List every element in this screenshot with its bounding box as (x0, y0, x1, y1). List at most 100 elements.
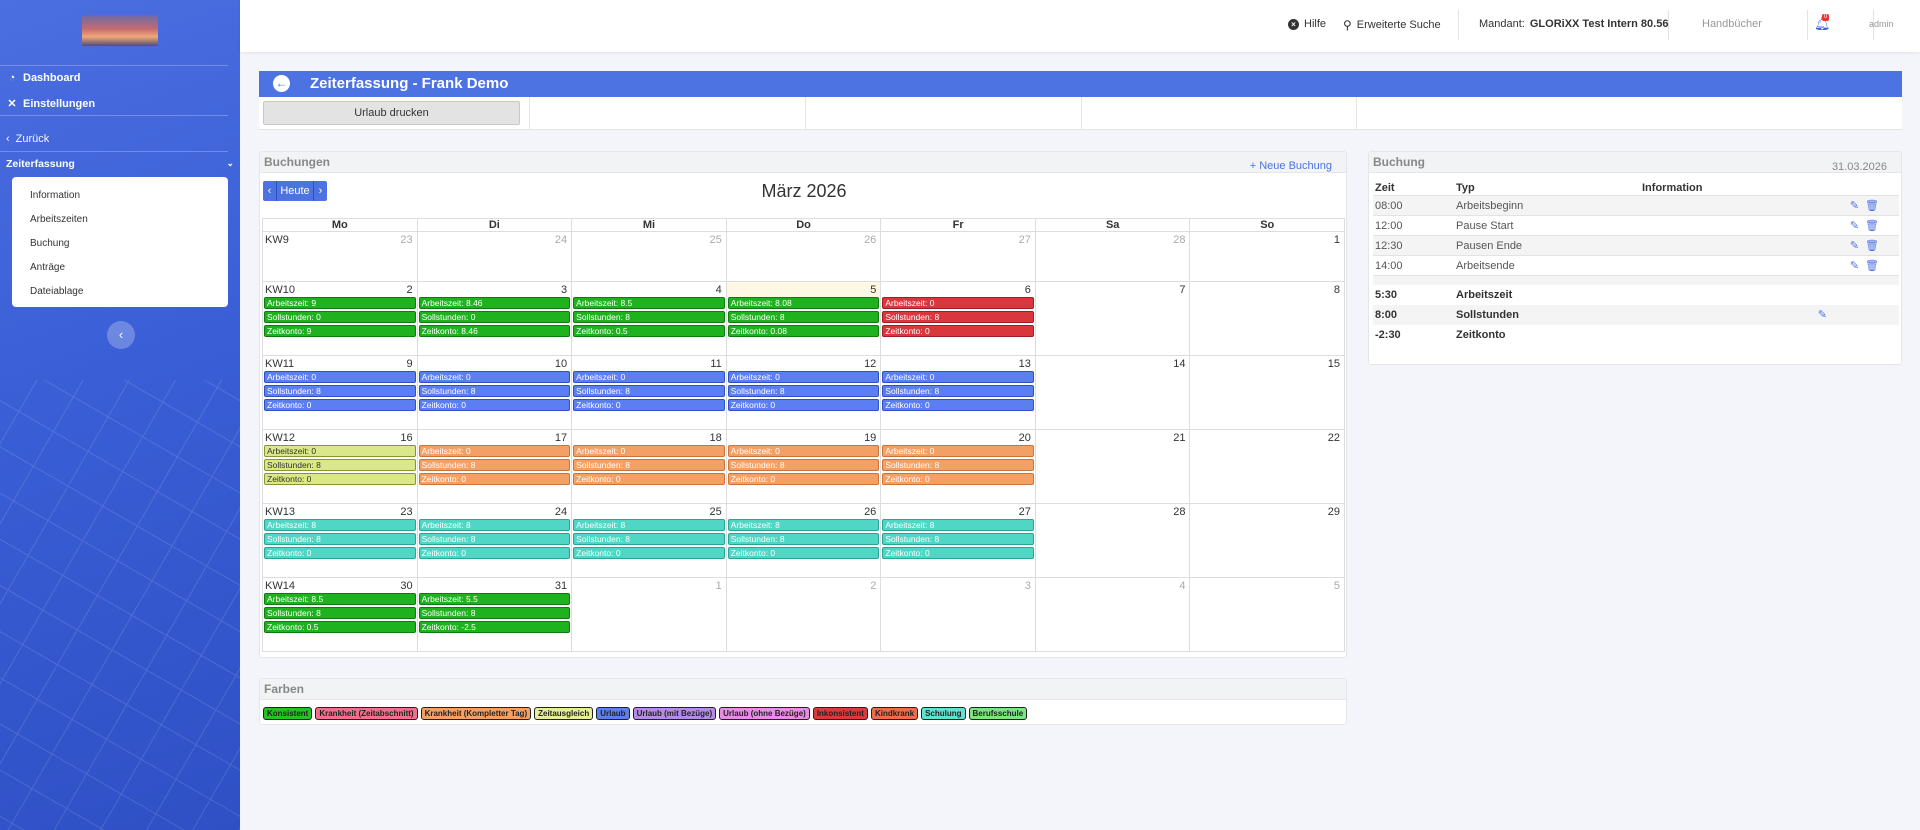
calendar-event[interactable]: Zeitkonto: 0 (264, 547, 416, 559)
calendar-event[interactable]: Sollstunden: 8 (418, 385, 571, 397)
user-menu[interactable]: admin (1869, 19, 1894, 29)
calendar-day-cell[interactable]: 13 Arbeitszeit: 0 Sollstunden: 8 Zeitkonto:… (881, 356, 1036, 430)
calendar-event[interactable]: Sollstunden: 8 (264, 385, 416, 397)
calendar-event[interactable]: Arbeitszeit: 0 (882, 371, 1034, 383)
calendar-event[interactable]: Sollstunden: 8 (573, 311, 725, 323)
help-link[interactable]: × Hilfe (1288, 18, 1326, 30)
sidebar-section-zeiterfassung[interactable]: Zeiterfassung ⌄ (6, 158, 234, 170)
next-month-button[interactable]: › (313, 181, 327, 201)
calendar-day-cell[interactable]: 11 Arbeitszeit: 0 Sollstunden: 8 Zeitkonto:… (572, 356, 727, 430)
calendar-event[interactable]: Sollstunden: 8 (727, 385, 880, 397)
day-number[interactable]: 31 (555, 580, 567, 592)
sidebar-item-settings[interactable]: ✕ Einstellungen (6, 97, 95, 111)
booking-row[interactable]: 12:30 Pausen Ende ✎ 🗑︎ (1373, 235, 1899, 255)
calendar-event[interactable]: Arbeitszeit: 5.5 (418, 593, 571, 605)
edit-icon[interactable]: ✎ (1850, 236, 1859, 256)
back-link[interactable]: ‹ Zurück (6, 133, 49, 145)
calendar-day-cell[interactable]: 6 Arbeitszeit: 0 Sollstunden: 8 Zeitkonto: … (881, 282, 1036, 356)
calendar-day-cell[interactable]: 10 Arbeitszeit: 0 Sollstunden: 8 Zeitkonto:… (417, 356, 573, 430)
day-number[interactable]: 24 (555, 234, 567, 246)
calendar-event[interactable]: Sollstunden: 8 (727, 533, 880, 545)
calendar-day-cell[interactable]: 12 Arbeitszeit: 0 Sollstunden: 8 Zeitkonto:… (726, 356, 882, 430)
submenu-item-antraege[interactable]: Anträge (12, 258, 228, 282)
submenu-item-arbeitszeiten[interactable]: Arbeitszeiten (12, 210, 228, 234)
calendar-day-cell[interactable]: 26 Arbeitszeit: 8 Sollstunden: 8 Zeitkonto:… (726, 504, 882, 578)
calendar-day-cell[interactable]: 5 Arbeitszeit: 8.08 Sollstunden: 8 Zeitkont… (726, 282, 882, 356)
calendar-day-cell[interactable]: 25 Arbeitszeit: 8 Sollstunden: 8 Zeitkonto:… (572, 504, 727, 578)
day-number[interactable]: 30 (400, 580, 412, 592)
edit-icon[interactable]: ✎ (1850, 196, 1859, 216)
calendar-event[interactable]: Arbeitszeit: 0 (264, 445, 416, 457)
calendar-day-cell[interactable]: KW14 30 Arbeitszeit: 8.5 Sollstunden: 8 Zeit… (263, 578, 418, 652)
trash-icon[interactable]: 🗑︎ (1865, 196, 1879, 216)
calendar-day-cell[interactable]: 22 (1190, 430, 1346, 504)
calendar-event[interactable]: Zeitkonto: 0.5 (573, 325, 725, 337)
submenu-item-buchung[interactable]: Buchung (12, 234, 228, 258)
calendar-day-cell[interactable]: 25 (572, 232, 727, 282)
day-number[interactable]: 13 (1019, 358, 1031, 370)
calendar-day-cell[interactable]: 31 Arbeitszeit: 5.5 Sollstunden: 8 Zeitkont… (417, 578, 573, 652)
calendar-event[interactable]: Arbeitszeit: 8 (264, 519, 416, 531)
back-arrow-icon[interactable]: ← (273, 75, 290, 92)
calendar-event[interactable]: Zeitkonto: 0 (727, 547, 880, 559)
day-number[interactable]: 3 (561, 284, 567, 296)
trash-icon[interactable]: 🗑︎ (1865, 236, 1879, 256)
calendar-event[interactable]: Sollstunden: 8 (727, 459, 880, 471)
booking-row[interactable]: 14:00 Arbeitsende ✎ 🗑︎ (1373, 255, 1899, 275)
calendar-event[interactable]: Zeitkonto: 0 (264, 399, 416, 411)
day-number[interactable]: 4 (716, 284, 722, 296)
calendar-day-cell[interactable]: KW12 16 Arbeitszeit: 0 Sollstunden: 8 Zeitko… (263, 430, 418, 504)
calendar-event[interactable]: Zeitkonto: 8.46 (418, 325, 571, 337)
calendar-day-cell[interactable]: 28 (1035, 504, 1191, 578)
mandant-selector[interactable]: Mandant: GLORiXX Test Intern 80.56 (1479, 18, 1668, 30)
day-number[interactable]: 25 (709, 506, 721, 518)
day-number[interactable]: 2 (870, 580, 876, 592)
calendar-day-cell[interactable]: KW13 23 Arbeitszeit: 8 Sollstunden: 8 Zeitko… (263, 504, 418, 578)
calendar-event[interactable]: Zeitkonto: 0 (573, 399, 725, 411)
calendar-event[interactable]: Sollstunden: 8 (727, 311, 880, 323)
calendar-event[interactable]: Zeitkonto: 0 (882, 547, 1034, 559)
sidebar-item-dashboard[interactable]: ◔ Dashboard (6, 72, 81, 84)
calendar-event[interactable]: Sollstunden: 8 (418, 459, 571, 471)
prev-month-button[interactable]: ‹ (263, 181, 277, 201)
new-booking-button[interactable]: + Neue Buchung (1250, 156, 1332, 177)
calendar-event[interactable]: Zeitkonto: 0 (882, 473, 1034, 485)
calendar-day-cell[interactable]: 7 (1035, 282, 1191, 356)
calendar-event[interactable]: Zeitkonto: 0 (264, 473, 416, 485)
day-number[interactable]: 8 (1334, 284, 1340, 296)
day-number[interactable]: 11 (710, 358, 721, 370)
calendar-event[interactable]: Zeitkonto: 0 (882, 399, 1034, 411)
print-vacation-button[interactable]: Urlaub drucken (263, 101, 520, 125)
submenu-item-dateiablage[interactable]: Dateiablage (12, 282, 228, 306)
day-number[interactable]: 14 (1173, 358, 1185, 370)
calendar-day-cell[interactable]: 3 Arbeitszeit: 8.46 Sollstunden: 0 Zeitkont… (417, 282, 573, 356)
calendar-event[interactable]: Arbeitszeit: 8.5 (264, 593, 416, 605)
calendar-day-cell[interactable]: KW10 2 Arbeitszeit: 9 Sollstunden: 0 Zeitkon… (263, 282, 418, 356)
calendar-event[interactable]: Zeitkonto: 0 (418, 473, 571, 485)
calendar-event[interactable]: Sollstunden: 8 (573, 459, 725, 471)
day-number[interactable]: 21 (1173, 432, 1185, 444)
calendar-event[interactable]: Arbeitszeit: 0 (418, 445, 571, 457)
calendar-event[interactable]: Sollstunden: 8 (418, 533, 571, 545)
submenu-item-information[interactable]: Information (12, 186, 228, 210)
calendar-event[interactable]: Arbeitszeit: 0 (882, 445, 1034, 457)
day-number[interactable]: 15 (1328, 358, 1340, 370)
day-number[interactable]: 20 (1019, 432, 1031, 444)
calendar-day-cell[interactable]: 29 (1190, 504, 1346, 578)
calendar-event[interactable]: Zeitkonto: 0 (727, 399, 880, 411)
calendar-day-cell[interactable]: 26 (726, 232, 882, 282)
day-number[interactable]: 1 (716, 580, 722, 592)
calendar-event[interactable]: Zeitkonto: 0.08 (727, 325, 880, 337)
calendar-event[interactable]: Sollstunden: 8 (882, 311, 1034, 323)
calendar-day-cell[interactable]: 1 (572, 578, 727, 652)
day-number[interactable]: 29 (1328, 506, 1340, 518)
calendar-day-cell[interactable]: 19 Arbeitszeit: 0 Sollstunden: 8 Zeitkonto:… (726, 430, 882, 504)
day-number[interactable]: 18 (709, 432, 721, 444)
trash-icon[interactable]: 🗑︎ (1865, 216, 1879, 236)
booking-row[interactable]: 08:00 Arbeitsbeginn ✎ 🗑︎ (1373, 195, 1899, 215)
calendar-event[interactable]: Arbeitszeit: 8 (882, 519, 1034, 531)
day-number[interactable]: 23 (400, 234, 412, 246)
calendar-event[interactable]: Zeitkonto: 0 (573, 473, 725, 485)
calendar-day-cell[interactable]: 18 Arbeitszeit: 0 Sollstunden: 8 Zeitkonto:… (572, 430, 727, 504)
calendar-event[interactable]: Arbeitszeit: 8 (573, 519, 725, 531)
